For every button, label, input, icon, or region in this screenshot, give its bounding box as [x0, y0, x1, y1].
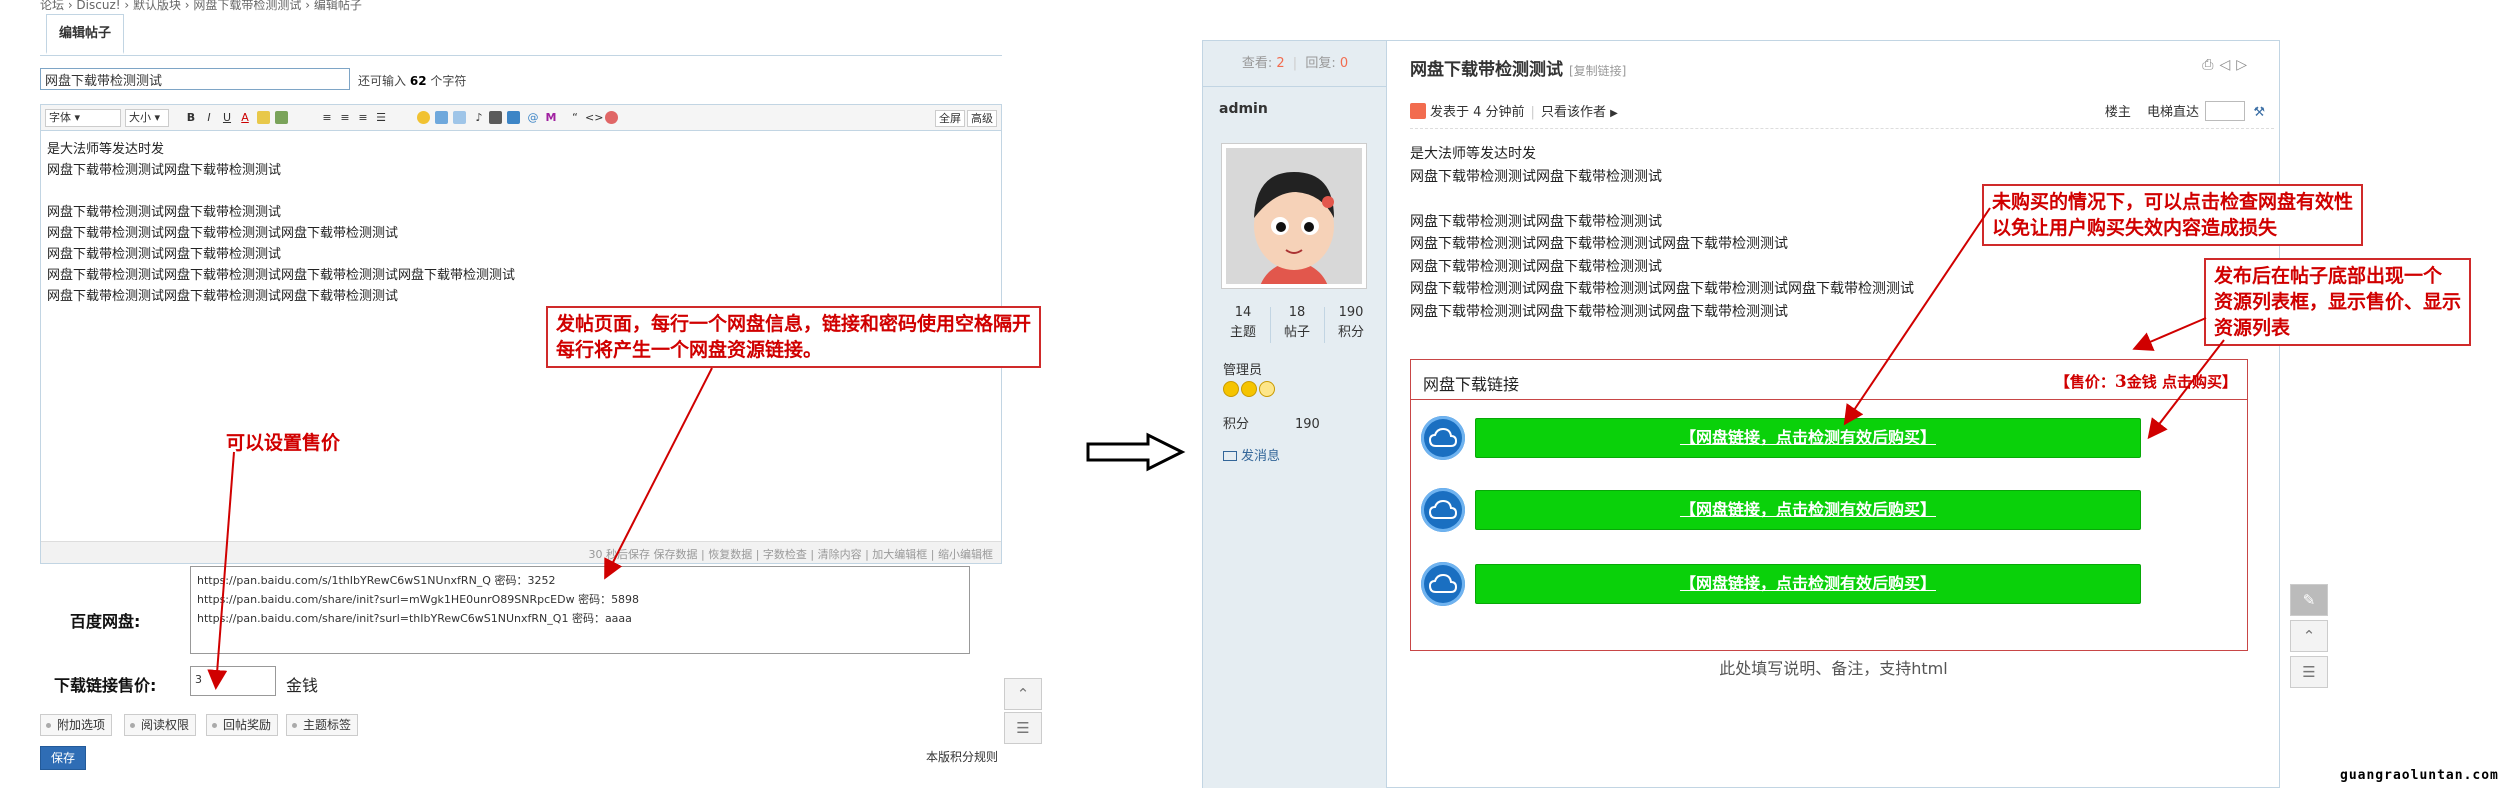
arrow-to-check-button [1843, 207, 1991, 426]
annotation-arrows [207, 207, 2225, 690]
watermark: guangraoluntan.com [2340, 768, 2499, 783]
arrow-to-price [207, 451, 235, 690]
arrow-to-list [2147, 339, 2225, 440]
arrow-to-price-header [2132, 317, 2207, 351]
arrow-to-pan-box [604, 367, 713, 580]
